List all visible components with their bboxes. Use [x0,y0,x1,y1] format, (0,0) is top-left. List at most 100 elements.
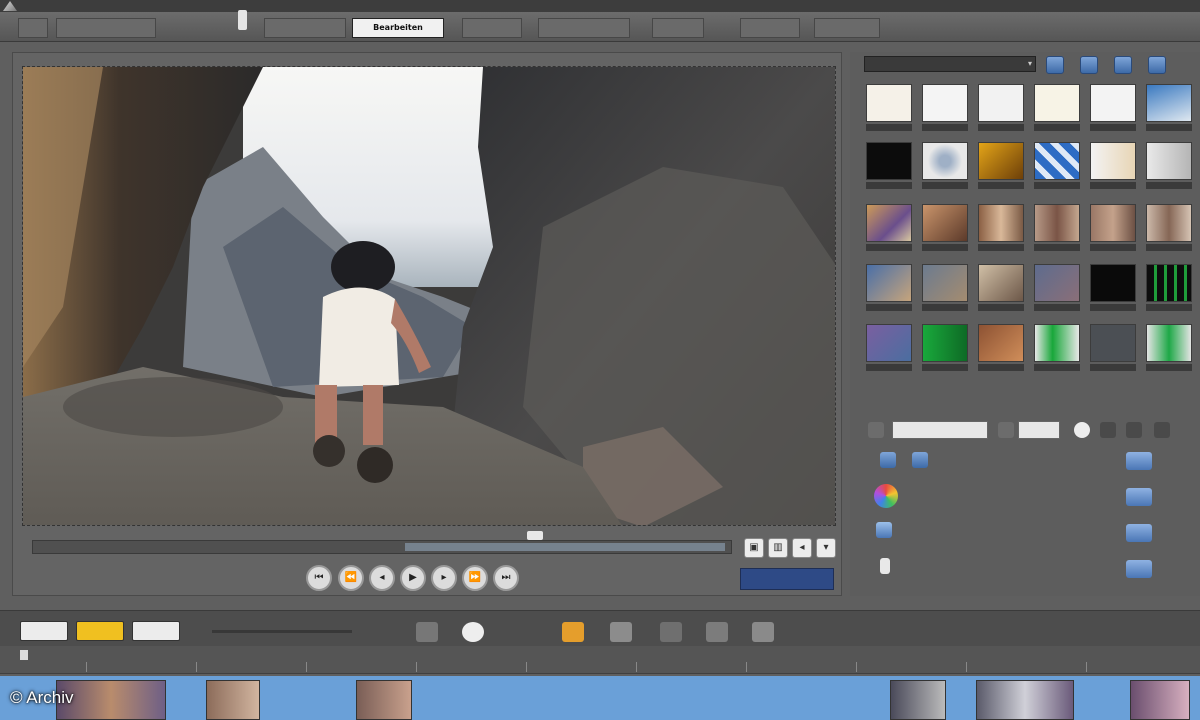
thumbnail-label [1090,364,1136,371]
step-back-icon[interactable]: ⏪ [338,565,364,591]
stepper-icon[interactable] [1074,422,1090,438]
library-thumbnail[interactable] [866,264,912,302]
checkbox-icon[interactable] [880,558,890,574]
undo-icon[interactable] [462,622,484,642]
volume-icon[interactable]: ◂ [792,538,812,558]
color-wheel-icon[interactable] [874,484,898,508]
tab-9[interactable] [814,18,880,38]
frame-back-icon[interactable]: ◂ [369,565,395,591]
video-track [0,676,1200,720]
chapter-icon[interactable] [706,622,728,642]
library-thumbnail[interactable] [922,142,968,180]
library-thumbnail[interactable] [978,324,1024,362]
effect-mode-icon[interactable] [868,422,884,438]
timecode-display[interactable] [740,568,834,590]
library-thumbnail[interactable] [1146,142,1192,180]
timeline-clip[interactable] [206,680,260,720]
library-thumbnail[interactable] [1034,264,1080,302]
marker-icon[interactable] [562,622,584,642]
align-center-icon[interactable] [1126,422,1142,438]
timeline-clip[interactable] [1130,680,1190,720]
library-thumbnail[interactable] [1146,324,1192,362]
fullscreen-icon[interactable]: ▣ [744,538,764,558]
step-forward-icon[interactable]: ⏩ [462,565,488,591]
play-icon[interactable]: ▶ [400,565,426,591]
apply-effect-icon[interactable] [880,452,896,468]
link-icon[interactable] [998,422,1014,438]
library-link-icon[interactable] [876,522,892,538]
side-action-icon-4[interactable] [1126,560,1152,578]
library-thumbnail[interactable] [978,204,1024,242]
settings-icon[interactable]: ▾ [816,538,836,558]
split-clip-icon[interactable] [416,622,438,642]
library-import-icon[interactable] [1046,56,1064,74]
library-thumbnail[interactable] [1034,204,1080,242]
library-thumbnail[interactable] [922,264,968,302]
thumbnail-label [922,182,968,189]
library-thumbnail[interactable] [1090,142,1136,180]
library-thumbnail[interactable] [1090,84,1136,122]
thumbnail-label [1146,304,1192,311]
audio-mixer-icon[interactable] [660,622,682,642]
library-thumbnail[interactable] [922,204,968,242]
tab-6[interactable] [538,18,630,38]
effect-duration-field[interactable] [1018,421,1060,439]
go-to-start-icon[interactable]: ⏮ [306,565,332,591]
library-thumbnail[interactable] [1090,204,1136,242]
library-category-dropdown[interactable]: ▾ [864,56,1036,72]
library-thumbnail[interactable] [1090,264,1136,302]
library-thumbnail[interactable] [1034,142,1080,180]
library-thumbnail[interactable] [978,142,1024,180]
library-thumbnail[interactable] [1146,264,1192,302]
library-thumbnail[interactable] [922,324,968,362]
scrubber-thumb[interactable] [527,531,543,540]
razor-icon[interactable] [752,622,774,642]
playhead[interactable] [20,650,28,660]
align-left-icon[interactable] [1100,422,1116,438]
library-thumbnail[interactable] [1146,204,1192,242]
storyboard-mode-button[interactable] [20,621,68,641]
text-mode-button[interactable] [132,621,180,641]
library-thumbnail[interactable] [866,84,912,122]
side-action-icon-3[interactable] [1126,524,1152,542]
library-thumbnail[interactable] [866,324,912,362]
library-thumbnail[interactable] [1146,84,1192,122]
preview-scrubber[interactable] [32,540,732,554]
library-thumbnail[interactable] [866,204,912,242]
thumbnail-label [866,244,912,251]
align-right-icon[interactable] [1154,422,1170,438]
frame-forward-icon[interactable]: ▸ [431,565,457,591]
zoom-slider-track[interactable] [212,630,352,633]
remove-effect-icon[interactable] [912,452,928,468]
library-thumbnail[interactable] [1034,84,1080,122]
library-thumbnail[interactable] [1034,324,1080,362]
tab-2[interactable] [56,18,156,38]
tab-5[interactable] [462,18,522,38]
snapshot-icon[interactable] [610,622,632,642]
go-to-end-icon[interactable]: ⏭ [493,565,519,591]
library-sort-icon[interactable] [1114,56,1132,74]
tab-7[interactable] [652,18,704,38]
tab-1[interactable] [18,18,48,38]
library-thumbnail[interactable] [922,84,968,122]
timeline-ruler[interactable] [0,646,1200,674]
timeline-clip[interactable] [356,680,412,720]
effect-select[interactable] [892,421,988,439]
library-view-icon[interactable] [1080,56,1098,74]
tab-3[interactable] [264,18,346,38]
timeline-clip[interactable] [890,680,946,720]
zoom-slider-thumb[interactable] [238,10,247,30]
library-thumbnail[interactable] [1090,324,1136,362]
split-icon[interactable]: ▥ [768,538,788,558]
timeline-mode-button[interactable] [76,621,124,641]
tab-8[interactable] [740,18,800,38]
timeline-clip[interactable] [976,680,1074,720]
library-folder-icon[interactable] [1148,56,1166,74]
library-thumbnail[interactable] [978,84,1024,122]
tab-edit[interactable]: Bearbeiten [352,18,444,38]
library-thumbnail[interactable] [866,142,912,180]
library-thumbnail[interactable] [978,264,1024,302]
video-preview[interactable] [22,66,836,526]
side-action-icon-2[interactable] [1126,488,1152,506]
side-action-icon-1[interactable] [1126,452,1152,470]
